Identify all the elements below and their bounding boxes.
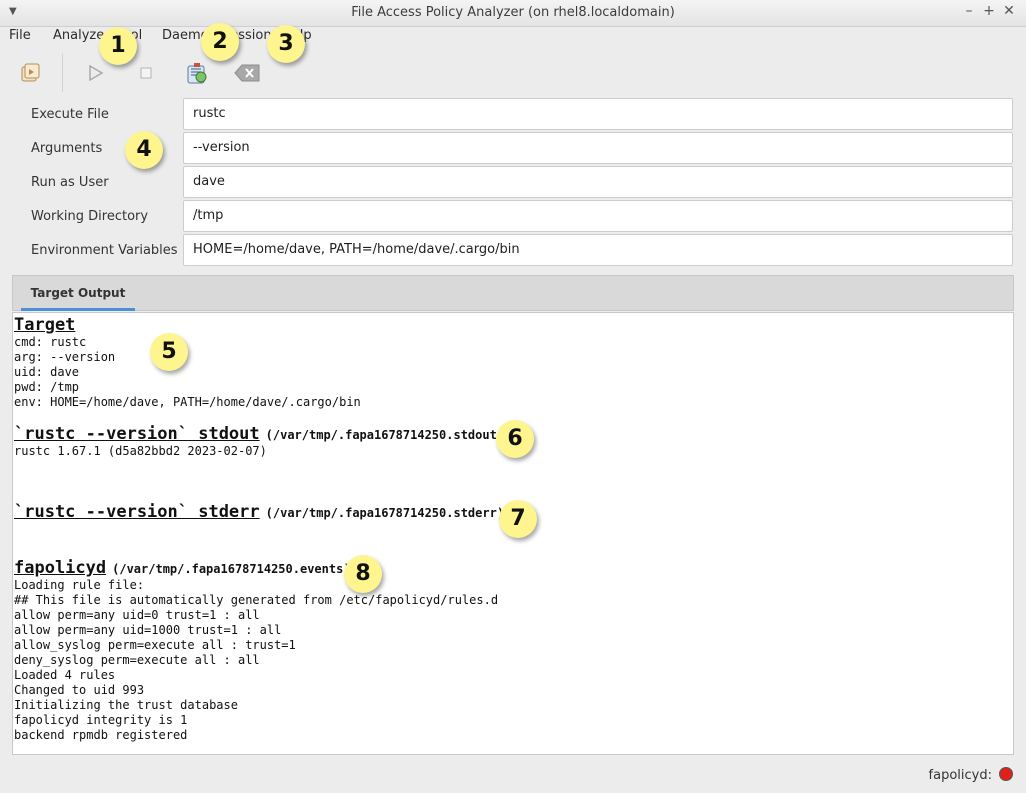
output-line: env: HOME=/home/dave, PATH=/home/dave/.c… [14, 395, 361, 409]
callout-badge: 6 [496, 420, 534, 458]
callout-badge: 5 [150, 333, 188, 371]
daemon-status-indicator-icon[interactable] [999, 767, 1013, 781]
output-line: allow perm=any uid=1000 trust=1 : all [14, 623, 282, 637]
output-line: fapolicyd integrity is 1 [14, 713, 188, 727]
open-session-icon[interactable] [17, 60, 43, 86]
working-directory-field[interactable]: /tmp [183, 200, 1013, 232]
callout-badge: 8 [344, 555, 382, 593]
working-directory-label: Working Directory [31, 209, 149, 224]
play-icon[interactable] [82, 60, 108, 86]
stdout-path: (/var/tmp/.fapa1678714250.stdout) [265, 428, 505, 442]
arguments-field[interactable]: --version [183, 132, 1013, 164]
callout-badge: 7 [499, 500, 537, 538]
tab-target-output[interactable]: Target Output [21, 276, 135, 311]
clear-icon[interactable] [232, 60, 260, 86]
target-heading: Target [14, 315, 76, 335]
callout-badge: 4 [125, 131, 163, 169]
toolbar [0, 50, 1026, 96]
menu-analyze[interactable]: Analyze [53, 28, 104, 43]
output-line: backend rpmdb registered [14, 728, 188, 742]
stdout-heading: `rustc --version` stdout [14, 424, 260, 444]
fapolicyd-section-header: fapolicyd (/var/tmp/.fapa1678714250.event… [14, 558, 1013, 578]
fapolicyd-heading: fapolicyd [14, 558, 107, 578]
output-line: allow_syslog perm=execute all : trust=1 [14, 638, 296, 652]
output-line: Changed to uid 993 [14, 683, 145, 697]
output-tab-bar: Target Output [12, 275, 1014, 311]
output-line: allow perm=any uid=0 trust=1 : all [14, 608, 260, 622]
analyze-icon[interactable] [184, 60, 210, 86]
arguments-label: Arguments [31, 141, 103, 156]
run-as-user-label: Run as User [31, 175, 109, 190]
environment-variables-label: Environment Variables [31, 243, 178, 258]
environment-variables-field[interactable]: HOME=/home/dave, PATH=/home/dave/.cargo/… [183, 234, 1013, 266]
window-title: File Access Policy Analyzer (on rhel8.lo… [351, 5, 675, 20]
output-line: Loading rule file: [14, 578, 145, 592]
close-icon[interactable]: ✕ [1001, 3, 1017, 19]
maximize-icon[interactable]: + [981, 3, 997, 19]
output-line: Loaded 4 rules [14, 668, 116, 682]
output-line: deny_syslog perm=execute all : all [14, 653, 260, 667]
output-line: pwd: /tmp [14, 380, 80, 394]
status-bar: fapolicyd: [0, 760, 1026, 790]
daemon-status-label: fapolicyd: [928, 768, 992, 783]
stderr-heading: `rustc --version` stderr [14, 502, 260, 522]
callout-badge: 2 [201, 23, 239, 61]
menu-bar: File Analyze Tool Daemon Session Help [0, 26, 1026, 46]
output-line: ## This file is automatically generated … [14, 593, 499, 607]
menu-file[interactable]: File [9, 28, 31, 43]
stderr-path: (/var/tmp/.fapa1678714250.stderr) [265, 506, 505, 520]
minimize-icon[interactable]: – [961, 3, 977, 19]
execute-file-label: Execute File [31, 107, 109, 122]
title-bar: ▼ File Access Policy Analyzer (on rhel8.… [0, 0, 1026, 27]
run-as-user-field[interactable]: dave [183, 166, 1013, 198]
fapolicyd-path: (/var/tmp/.fapa1678714250.events) [112, 562, 351, 576]
callout-badge: 1 [99, 27, 137, 65]
stop-icon[interactable] [134, 60, 160, 86]
callout-badge: 3 [267, 25, 305, 63]
toolbar-separator [62, 54, 63, 92]
execute-file-field[interactable]: rustc [183, 98, 1013, 130]
output-line: Initializing the trust database [14, 698, 238, 712]
